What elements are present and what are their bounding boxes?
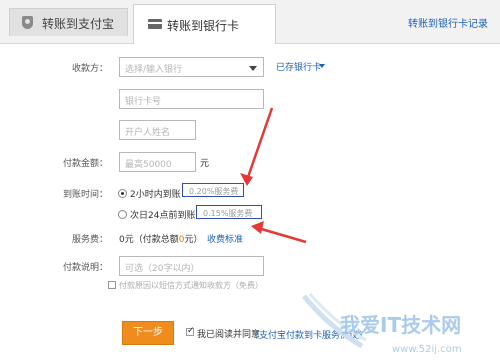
annotation-arrow-lower (251, 221, 307, 244)
annotation-arrow-upper (240, 107, 274, 186)
watermark-graphic: 我爱IT技术网 www.52ij.com (302, 293, 462, 355)
watermark-logo: 我爱IT技术网 www.52ij.com (300, 288, 496, 360)
watermark-text: 我爱IT技术网 (340, 313, 461, 337)
watermark-url: www.52ij.com (392, 344, 462, 355)
